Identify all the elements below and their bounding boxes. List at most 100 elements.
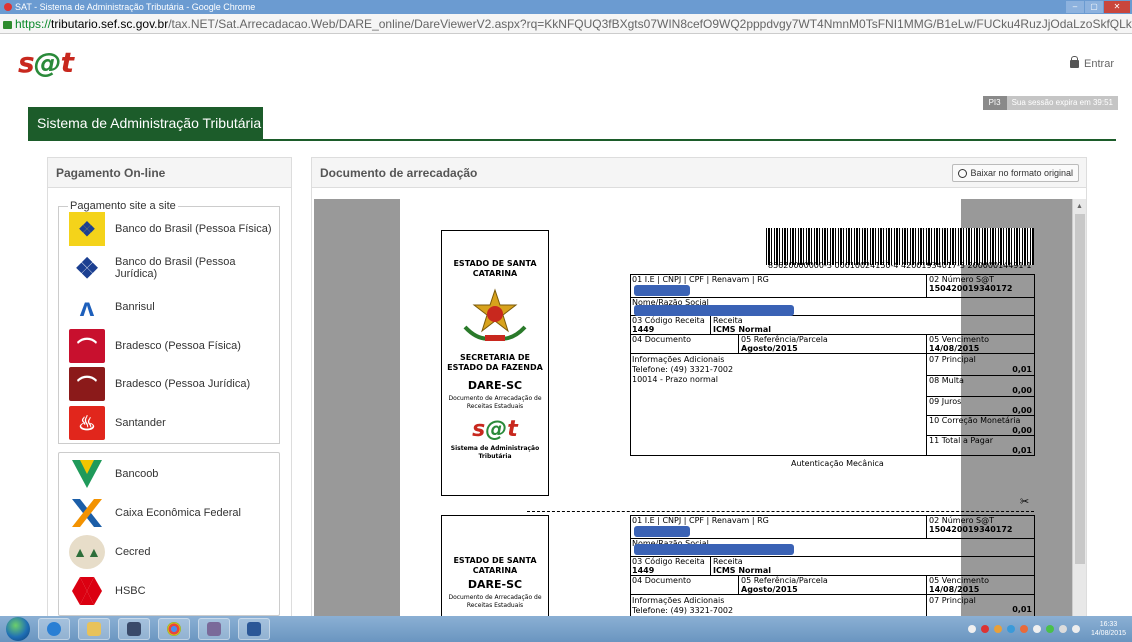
field-10-label: 10 Correção Monetária xyxy=(929,416,1021,425)
col-divider xyxy=(738,575,739,594)
bank-name: Banco do Brasil (Pessoa Jurídica) xyxy=(115,256,236,280)
session-timer: PI3 Sua sessão expira em 39:51 xyxy=(982,96,1118,110)
barcode xyxy=(766,228,1034,265)
field-07-value: 0,01 xyxy=(1012,365,1032,374)
bank-item-santander[interactable]: ♨ Santander xyxy=(69,406,279,440)
network-icon[interactable] xyxy=(1045,625,1054,633)
field-09-value: 0,00 xyxy=(1012,406,1032,415)
start-button[interactable] xyxy=(6,617,30,641)
caixa-icon xyxy=(69,496,105,530)
redacted-name xyxy=(634,305,794,316)
volume-icon[interactable] xyxy=(1071,625,1080,633)
bank-name: Banco do Brasil (Pessoa Física) xyxy=(115,223,272,235)
pdf-viewer[interactable]: ESTADO DE SANTA CATARINA SECRETARIA DE E… xyxy=(314,199,1072,616)
redacted-id xyxy=(634,285,690,296)
field-04-label: 04 Documento xyxy=(632,576,692,585)
field-10-value: 0,00 xyxy=(1012,426,1032,435)
taskbar-clock[interactable]: 16:33 14/08/2015 xyxy=(1091,620,1126,638)
minimize-button[interactable]: – xyxy=(1066,1,1084,13)
logo-t: t xyxy=(507,417,518,442)
taskbar-calculator[interactable] xyxy=(198,618,230,640)
dare-title: DARE-SC xyxy=(467,379,523,392)
dare-title: DARE-SC xyxy=(467,578,523,591)
windows-taskbar: 16:33 14/08/2015 xyxy=(0,616,1132,642)
field-05-vencimento-value: 14/08/2015 xyxy=(929,344,980,353)
dare-description: Documento de Arrecadação de Receitas Est… xyxy=(448,594,542,609)
field-02-label: 02 Número S@T xyxy=(929,516,995,525)
tray-icon[interactable] xyxy=(993,625,1002,633)
col-divider xyxy=(926,575,927,616)
bank-name: HSBC xyxy=(115,585,146,597)
cut-line xyxy=(527,511,1034,512)
maximize-button[interactable]: ▢ xyxy=(1085,1,1103,13)
taskbar-ie[interactable] xyxy=(38,618,70,640)
login-link[interactable]: Entrar xyxy=(1070,56,1114,70)
tray-icon[interactable] xyxy=(980,625,989,633)
bank-item-bb-pf[interactable]: ❖ Banco do Brasil (Pessoa Física) xyxy=(69,212,279,246)
payment-panel-title: Pagamento On-line xyxy=(48,158,291,188)
sat-document-logo: s@t xyxy=(442,417,548,442)
bank-item-hsbc[interactable]: HSBC xyxy=(69,574,279,608)
taskbar-explorer[interactable] xyxy=(78,618,110,640)
field-11-label: 11 Total a Pagar xyxy=(929,436,994,445)
flag-icon[interactable] xyxy=(1032,625,1041,633)
address-bar[interactable]: https://tributario.sef.sc.gov.br/tax.NET… xyxy=(0,14,1132,34)
url-host: tributario.sef.sc.gov.br xyxy=(51,17,169,31)
col-divider xyxy=(710,315,711,334)
linha-digitavel: 85620000000-3 00010024150-4 42001934017-… xyxy=(768,261,1032,270)
taskbar-word[interactable] xyxy=(238,618,270,640)
taskbar-chrome[interactable] xyxy=(158,618,190,640)
info-title: Informações Adicionais xyxy=(632,596,725,605)
sat-description: Sistema de Administração Tributária xyxy=(450,445,540,460)
scroll-up-icon[interactable]: ▲ xyxy=(1076,203,1083,210)
tray-icon[interactable] xyxy=(1006,625,1015,633)
field-03-label: 03 Código Receita xyxy=(632,316,705,325)
taskbar-app[interactable] xyxy=(118,618,150,640)
autenticacao-mecanica: Autenticação Mecânica xyxy=(791,459,884,468)
viewer-scrollbar[interactable]: ▲ xyxy=(1072,199,1086,616)
word-icon xyxy=(247,622,261,636)
col-divider xyxy=(710,556,711,575)
field-02-label: 02 Número S@T xyxy=(929,275,995,284)
field-01-label: 01 I.E | CNPJ | CPF | Renavam | RG xyxy=(632,516,769,525)
row-divider xyxy=(630,594,1035,595)
bank-item-banrisul[interactable]: ʌ Banrisul xyxy=(69,290,279,324)
sat-logo[interactable]: s@t xyxy=(18,46,74,79)
bank-name: Caixa Econômica Federal xyxy=(115,507,241,519)
tray-icon[interactable] xyxy=(1019,625,1028,633)
receita-value: ICMS Normal xyxy=(713,325,771,334)
bank-item-bb-pj[interactable]: ❖ Banco do Brasil (Pessoa Jurídica) xyxy=(69,251,279,285)
receita-label: Receita xyxy=(713,557,743,566)
bank-item-caixa[interactable]: Caixa Econômica Federal xyxy=(69,496,279,530)
field-11-value: 0,01 xyxy=(1012,446,1032,455)
bank-name: Bradesco (Pessoa Física) xyxy=(115,340,241,352)
bank-item-bancoob[interactable]: Bancoob xyxy=(69,457,279,491)
padlock-icon xyxy=(1070,56,1080,68)
bank-name: Bancoob xyxy=(115,468,159,480)
banco-do-brasil-icon: ❖ xyxy=(69,251,105,285)
receita-value: ICMS Normal xyxy=(713,566,771,575)
tray-icon[interactable] xyxy=(967,625,976,633)
col-divider xyxy=(738,334,739,353)
battery-icon[interactable] xyxy=(1058,625,1067,633)
logo-t: t xyxy=(60,46,74,79)
bank-item-bradesco-pf[interactable]: ⌒ Bradesco (Pessoa Física) xyxy=(69,329,279,363)
field-08-value: 0,00 xyxy=(1012,386,1032,395)
field-07-value: 0,01 xyxy=(1012,605,1032,614)
download-original-button[interactable]: Baixar no formato original xyxy=(952,164,1079,182)
close-button[interactable]: ✕ xyxy=(1104,1,1130,13)
logo-s: s xyxy=(472,417,486,442)
bank-item-cecred[interactable]: ▲▲ Cecred xyxy=(69,535,279,569)
state-name: ESTADO DE SANTA CATARINA xyxy=(453,259,537,278)
receita-label: Receita xyxy=(713,316,743,325)
scrollbar-thumb[interactable] xyxy=(1075,214,1085,564)
dare-stub-left-copy: ESTADO DE SANTA CATARINA DARE-SC Documen… xyxy=(441,515,549,616)
field-03-label: 03 Código Receita xyxy=(632,557,705,566)
bank-name: Santander xyxy=(115,417,166,429)
field-02-value: 150420019340172 xyxy=(929,525,1013,534)
bank-item-bradesco-pj[interactable]: ⌒ Bradesco (Pessoa Jurídica) xyxy=(69,367,279,401)
system-tray: 16:33 14/08/2015 xyxy=(967,616,1126,642)
info-phone: Telefone: (49) 3321-7002 xyxy=(632,606,734,615)
dare-description: Documento de Arrecadação de Receitas Est… xyxy=(448,395,542,410)
system-title-tab[interactable]: Sistema de Administração Tributária xyxy=(28,107,263,139)
